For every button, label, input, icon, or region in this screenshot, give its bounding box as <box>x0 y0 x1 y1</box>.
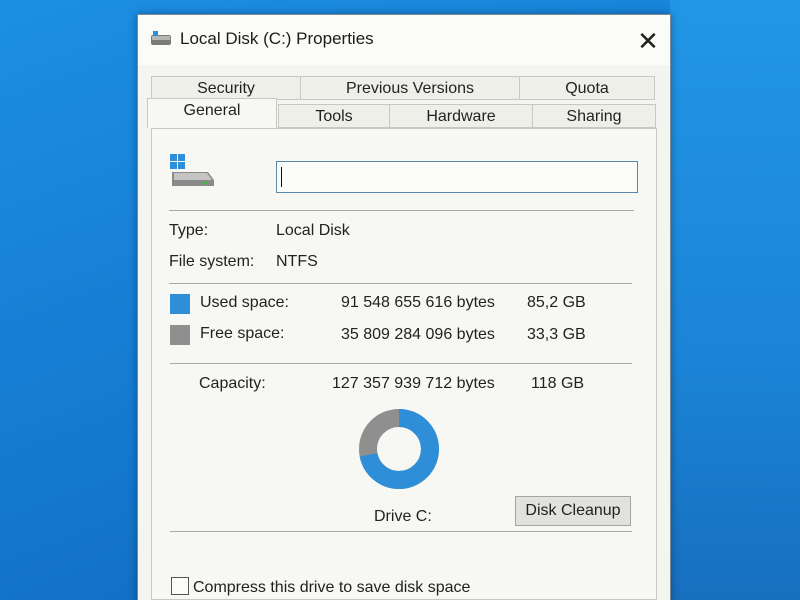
close-icon: ✕ <box>637 26 659 56</box>
drive-label: Drive C: <box>374 508 432 525</box>
drive-name-input[interactable] <box>276 161 638 193</box>
tab-previous-versions[interactable]: Previous Versions <box>300 76 520 100</box>
separator-bottom <box>170 531 632 532</box>
compress-label[interactable]: Compress this drive to save disk space <box>193 579 470 597</box>
used-space-bytes: 91 548 655 616 bytes <box>341 294 495 311</box>
tab-tools[interactable]: Tools <box>278 104 390 128</box>
disk-cleanup-button[interactable]: Disk Cleanup <box>515 496 631 526</box>
file-system-value: NTFS <box>276 253 318 270</box>
tab-sharing[interactable]: Sharing <box>532 104 656 128</box>
capacity-label: Capacity: <box>199 375 266 392</box>
tab-security[interactable]: Security <box>151 76 301 100</box>
capacity-bytes: 127 357 939 712 bytes <box>332 375 495 392</box>
general-panel <box>151 128 657 600</box>
free-space-swatch <box>170 325 190 345</box>
type-value: Local Disk <box>276 222 350 239</box>
tab-quota[interactable]: Quota <box>519 76 655 100</box>
used-space-swatch <box>170 294 190 314</box>
tab-hardware[interactable]: Hardware <box>389 104 533 128</box>
windows-drive-icon <box>170 154 214 186</box>
title-bar: Local Disk (C:) Properties ✕ <box>138 15 670 65</box>
text-caret <box>281 167 282 187</box>
close-button[interactable]: ✕ <box>626 23 670 59</box>
free-space-label: Free space: <box>200 325 285 342</box>
separator-top <box>169 210 634 211</box>
file-system-label: File system: <box>169 253 255 270</box>
type-label: Type: <box>169 222 209 239</box>
disk-usage-donut <box>359 409 439 489</box>
free-space-bytes: 35 809 284 096 bytes <box>341 326 495 343</box>
used-space-size: 85,2 GB <box>527 294 586 311</box>
drive-icon <box>151 31 171 45</box>
window-title: Local Disk (C:) Properties <box>180 29 374 48</box>
used-space-label: Used space: <box>200 294 289 311</box>
separator-capacity <box>170 363 632 364</box>
free-space-size: 33,3 GB <box>527 326 586 343</box>
desktop-background <box>670 0 800 600</box>
separator-mid <box>169 283 632 284</box>
compress-checkbox[interactable] <box>171 577 189 595</box>
tab-general[interactable]: General <box>147 98 277 128</box>
capacity-size: 118 GB <box>531 375 585 392</box>
